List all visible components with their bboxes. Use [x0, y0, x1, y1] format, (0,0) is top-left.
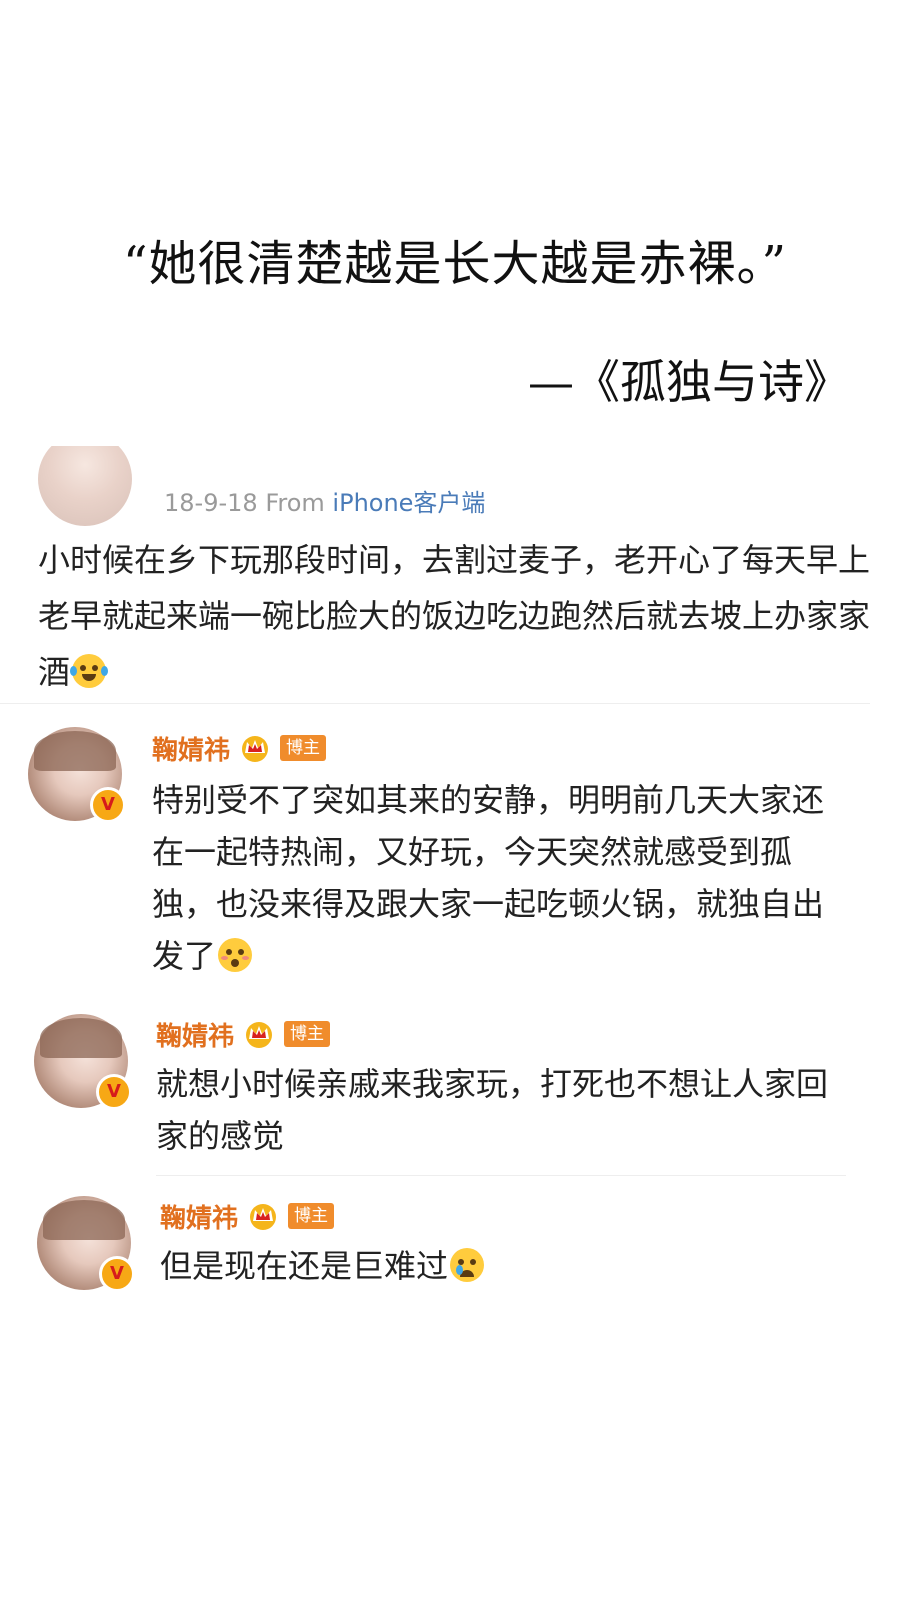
reply-header: 鞠婧祎 博主: [160, 1198, 335, 1235]
avatar[interactable]: V: [37, 1196, 135, 1292]
crying-face-emoji-icon: [450, 1248, 485, 1282]
avatar[interactable]: [38, 446, 132, 526]
divider: [0, 703, 870, 704]
verified-badge-icon: V: [90, 787, 126, 823]
crown-icon: [242, 736, 269, 762]
divider: [156, 1175, 846, 1176]
reply-text: 特别受不了突如其来的安静，明明前几天大家还在一起特热闹，又好玩，今天突然就感受到…: [152, 774, 852, 982]
post-text-body: 小时候在乡下玩那段时间，去割过麦子，老开心了每天早上老早就起来端一碗比脸大的饭边…: [38, 541, 871, 691]
username-link[interactable]: 鞠婧祎: [152, 730, 230, 767]
verified-badge-icon: V: [96, 1074, 132, 1110]
verified-badge-icon: V: [99, 1256, 135, 1292]
reply-text-body: 特别受不了突如其来的安静，明明前几天大家还在一起特热闹，又好玩，今天突然就感受到…: [152, 781, 825, 975]
reply-text-body: 就想小时候亲戚来我家玩，打死也不想让人家回家的感觉: [156, 1065, 829, 1155]
post-client-link[interactable]: iPhone客户端: [332, 489, 485, 517]
quote-text: “她很清楚越是长大越是赤裸。”: [122, 236, 788, 292]
crown-icon: [246, 1022, 273, 1048]
avatar[interactable]: V: [34, 1014, 132, 1110]
avatar[interactable]: V: [28, 727, 126, 823]
reply-text-body: 但是现在还是巨难过: [160, 1247, 449, 1285]
reply-text: 但是现在还是巨难过: [160, 1240, 860, 1292]
blogger-badge: 博主: [284, 1021, 331, 1047]
username-link[interactable]: 鞠婧祎: [160, 1198, 238, 1235]
quote-source: —《孤独与诗》: [528, 355, 850, 409]
laughing-tears-emoji-icon: [70, 654, 109, 688]
crown-icon: [250, 1204, 277, 1230]
reply-header: 鞠婧祎 博主: [156, 1016, 331, 1053]
reply-header: 鞠婧祎 博主: [152, 730, 327, 767]
post-text: 小时候在乡下玩那段时间，去割过麦子，老开心了每天早上老早就起来端一碗比脸大的饭边…: [38, 532, 878, 700]
username-link[interactable]: 鞠婧祎: [156, 1016, 234, 1053]
reply-text: 就想小时候亲戚来我家玩，打死也不想让人家回家的感觉: [156, 1058, 856, 1162]
flushed-face-emoji-icon: [218, 938, 253, 972]
post-date: 18-9-18: [164, 489, 258, 517]
post-meta: 18-9-18 From iPhone客户端: [164, 488, 485, 518]
post-from-label: From: [265, 489, 325, 517]
blogger-badge: 博主: [280, 735, 327, 761]
blogger-badge: 博主: [288, 1203, 335, 1229]
